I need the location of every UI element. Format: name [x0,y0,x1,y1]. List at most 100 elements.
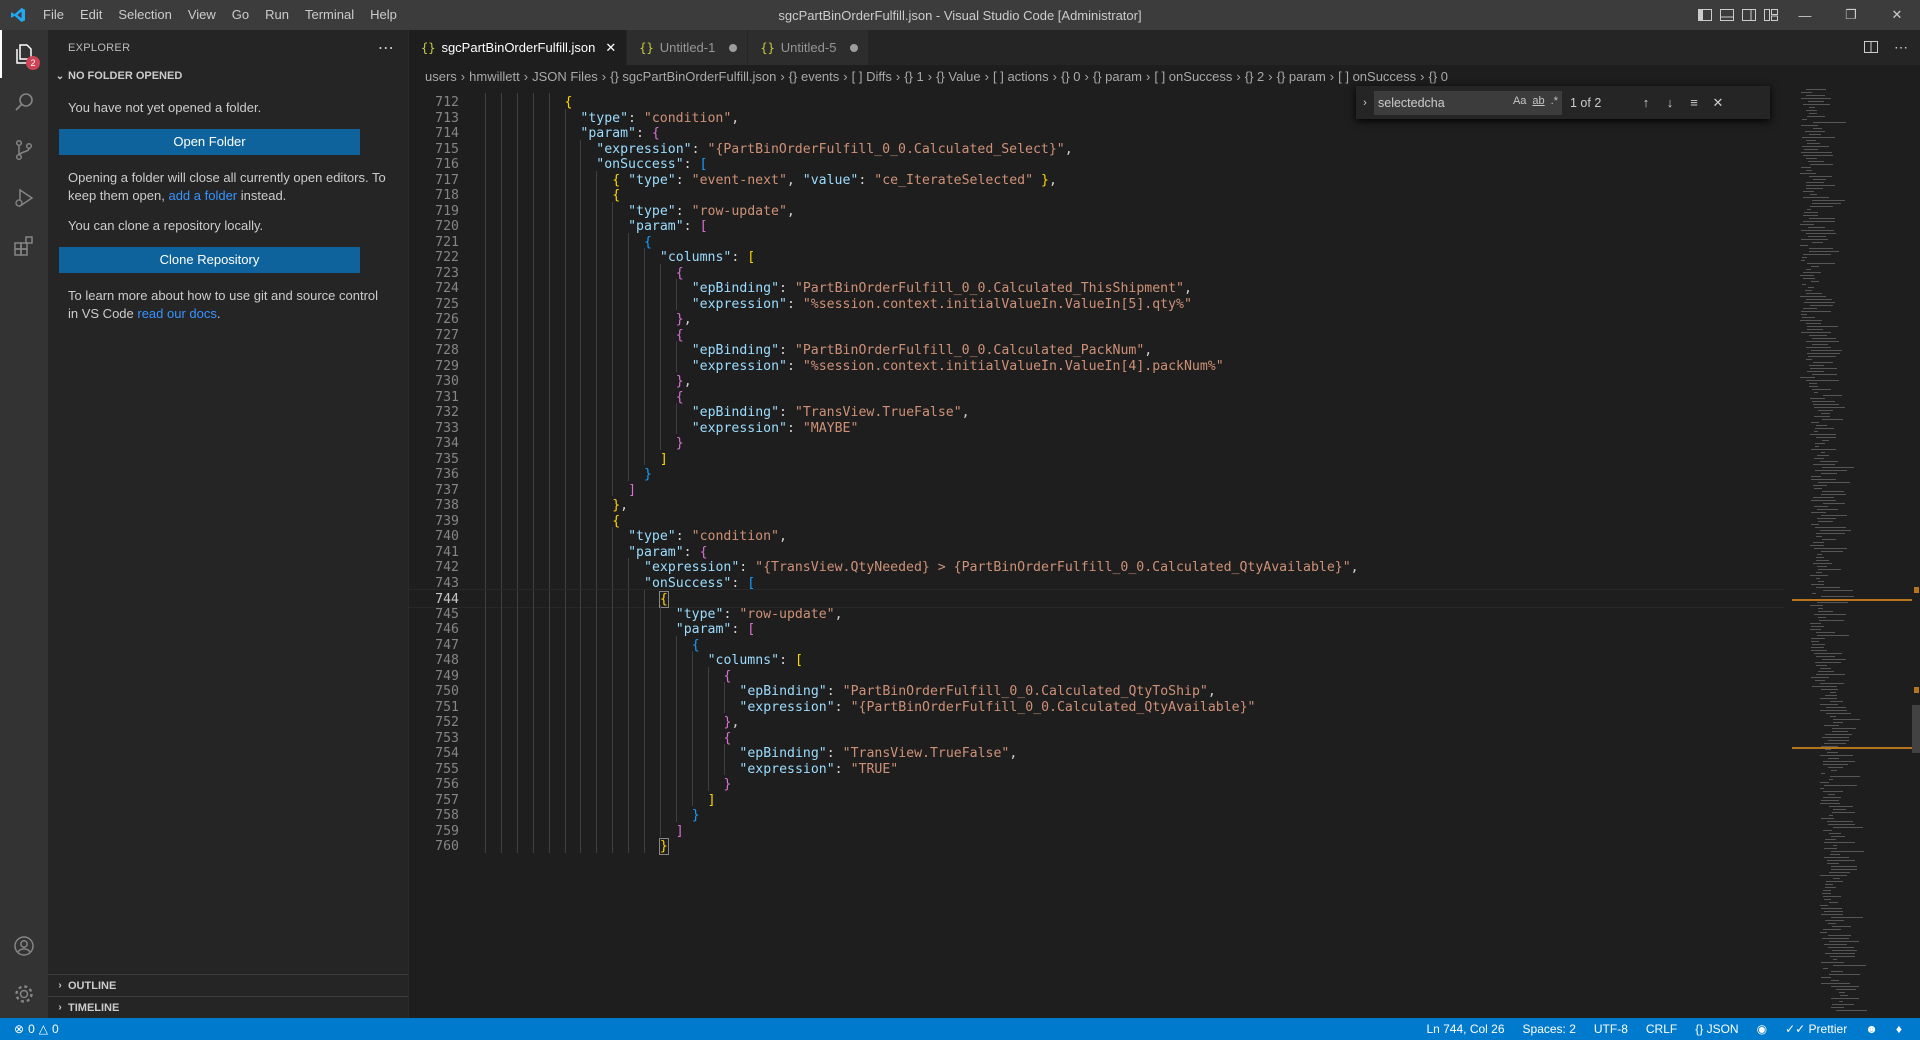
breadcrumb-item[interactable]: hmwillett [469,69,520,84]
tab-untitled-1[interactable]: {} Untitled-1 [627,30,749,65]
indent-guide [596,279,598,295]
explorer-icon[interactable]: 2 [0,30,48,78]
indent-guide [644,821,645,837]
split-editor-icon[interactable] [1864,40,1878,56]
menu-help[interactable]: Help [362,0,405,30]
breadcrumb-item[interactable]: JSON Files [532,69,598,84]
end-of-line[interactable]: CRLF [1646,1022,1677,1036]
toggle-panel-icon[interactable] [1716,0,1738,30]
timeline-section-header[interactable]: › TIMELINE [48,996,408,1018]
use-regex-icon[interactable]: .* [1551,95,1558,107]
breadcrumb-item[interactable]: {} 2 [1245,69,1265,84]
minimap-line [1831,836,1845,837]
accounts-icon[interactable] [0,922,48,970]
breadcrumb-item[interactable]: [ ] actions [993,69,1049,84]
minimap-line [1810,545,1824,546]
breadcrumb-item[interactable]: [ ] onSuccess [1154,69,1232,84]
search-icon[interactable] [0,78,48,126]
indent-guide [612,341,614,357]
problems-indicator[interactable]: ⊗ 0 △ 0 [0,1022,59,1036]
breadcrumb-item[interactable]: [ ] Diffs [852,69,892,84]
clone-repository-button[interactable]: Clone Repository [59,247,360,273]
minimap[interactable] [1792,87,1912,1018]
minimap-line [1824,911,1843,912]
previous-match-arrow-up-icon[interactable]: ↑ [1634,95,1658,110]
outline-section-header[interactable]: › OUTLINE [48,974,408,996]
toggle-replace-chevron-icon[interactable]: › [1356,97,1374,109]
read-docs-link[interactable]: read our docs [137,306,217,321]
open-folder-button[interactable]: Open Folder [59,129,360,155]
menu-go[interactable]: Go [224,0,257,30]
breadcrumb-item[interactable]: [ ] onSuccess [1338,69,1416,84]
toggle-primary-sidebar-icon[interactable] [1694,0,1716,30]
run-and-debug-icon[interactable] [0,174,48,222]
minimap-line [1806,89,1826,90]
match-case-icon[interactable]: Aa [1513,95,1526,107]
minimap-line [1821,977,1831,978]
extensions-icon[interactable] [0,222,48,270]
breadcrumb-item[interactable]: {} events [789,69,840,84]
toggle-secondary-sidebar-icon[interactable] [1738,0,1760,30]
minimap-line [1828,767,1843,768]
source-control-icon[interactable] [0,126,48,174]
menu-terminal[interactable]: Terminal [297,0,362,30]
language-mode[interactable]: {} JSON [1695,1022,1738,1036]
breadcrumb-item[interactable]: {} Value [936,69,981,84]
breadcrumb-item[interactable]: {} param [1093,69,1142,84]
indentation[interactable]: Spaces: 2 [1523,1022,1576,1036]
prettier-status[interactable]: ✓✓ Prettier [1785,1022,1847,1036]
match-whole-word-icon[interactable]: ab [1532,95,1544,107]
no-folder-section-header[interactable]: ⌄ NO FOLDER OPENED [48,65,408,87]
more-actions-icon[interactable]: ⋯ [378,38,394,58]
scrollbar-thumb[interactable] [1912,705,1920,753]
indent-guide [516,139,518,155]
breadcrumb-item[interactable]: users [425,69,457,84]
close-window-icon[interactable]: ✕ [1874,0,1920,30]
indent-guide [548,558,550,574]
minimap-line [1814,431,1818,432]
unsaved-dot-icon[interactable] [850,43,859,52]
restore-window-icon[interactable]: ❐ [1828,0,1874,30]
menu-selection[interactable]: Selection [110,0,179,30]
more-actions-icon[interactable]: ⋯ [1894,39,1908,56]
manage-gear-icon[interactable] [0,970,48,1018]
notifications-bell-icon[interactable]: ♦ [1896,1022,1902,1036]
minimap-line [1801,260,1805,261]
breadcrumb-item[interactable]: {} 0 [1061,69,1081,84]
add-folder-link[interactable]: add a folder [168,188,237,203]
indent-guide [612,759,614,775]
breadcrumb-item[interactable]: {} param [1277,69,1326,84]
code-editor[interactable]: 712{713 "type": "condition", 714 "param": {… [409,87,1785,1018]
unsaved-dot-icon[interactable] [729,43,738,52]
minimap-line [1820,668,1831,669]
minimap-line [1817,566,1827,567]
breadcrumb-item[interactable]: {} sgcPartBinOrderFulfill.json [610,69,776,84]
feedback-icon[interactable]: ☻ [1865,1022,1878,1036]
menu-edit[interactable]: Edit [72,0,110,30]
copilot-icon[interactable]: ◉ [1757,1022,1767,1036]
minimize-window-icon[interactable]: — [1782,0,1828,30]
next-match-arrow-down-icon[interactable]: ↓ [1658,95,1682,110]
breadcrumb-item[interactable]: {} 1 [904,69,924,84]
cursor-position[interactable]: Ln 744, Col 26 [1426,1022,1504,1036]
menu-view[interactable]: View [180,0,224,30]
minimap-line [1803,254,1831,255]
indent-guide [612,201,614,217]
indent-guide [644,325,645,341]
tab-sgcpartbinorderfulfill[interactable]: {} sgcPartBinOrderFulfill.json ✕ [409,30,628,65]
indent-guide [564,806,566,822]
code-line[interactable]: 760} [409,837,1785,856]
close-tab-icon[interactable]: ✕ [605,40,616,56]
encoding[interactable]: UTF-8 [1594,1022,1628,1036]
vertical-scrollbar[interactable] [1912,87,1920,1018]
close-find-icon[interactable]: ✕ [1706,95,1730,111]
find-input[interactable]: selectedcha Aa ab .* [1374,90,1562,115]
find-in-selection-icon[interactable]: ≡ [1682,95,1706,110]
menu-file[interactable]: File [35,0,72,30]
menu-run[interactable]: Run [257,0,297,30]
indent-guide [564,527,566,543]
breadcrumb-item[interactable]: {} 0 [1429,69,1449,84]
customize-layout-icon[interactable] [1760,0,1782,30]
minimap-line [1801,92,1812,93]
tab-untitled-5[interactable]: {} Untitled-5 [748,30,870,65]
